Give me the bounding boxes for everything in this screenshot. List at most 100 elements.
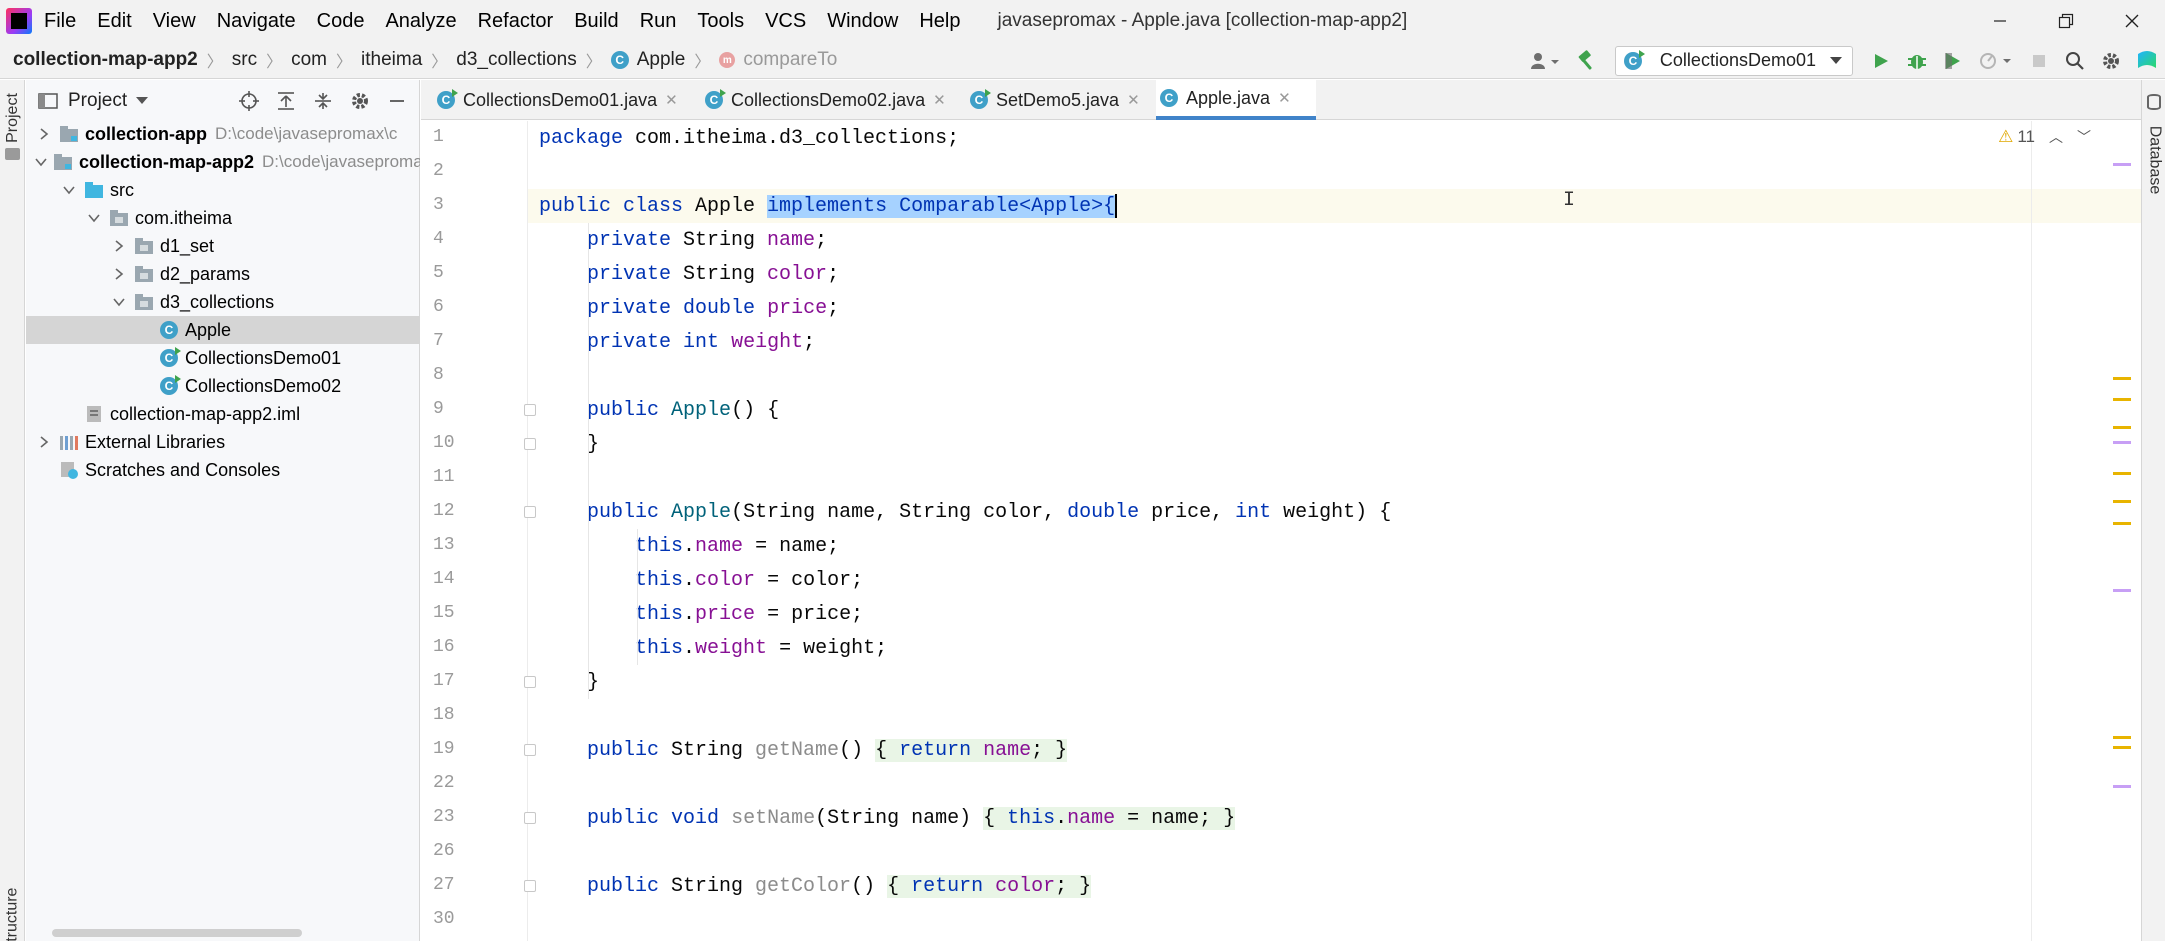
line-number: 26: [433, 841, 455, 861]
menu-analyze[interactable]: Analyze: [385, 10, 456, 33]
close-button[interactable]: [2099, 0, 2165, 42]
fold-marker-icon[interactable]: [524, 812, 536, 824]
tree-item[interactable]: C CollectionsDemo01: [26, 344, 420, 372]
stripe-mark: [2113, 589, 2131, 592]
code-editor[interactable]: 1 2 3 4 5 6 7 8 9 10 11 12 13 14 15 16 17 18 19 22 23 26 27 30 …: [421, 121, 2141, 941]
tree-item[interactable]: C Apple: [26, 316, 420, 344]
select-opened-file-button[interactable]: [230, 83, 267, 119]
run-with-coverage-button[interactable]: [1935, 43, 1971, 79]
chevron-right-icon[interactable]: [109, 236, 129, 256]
close-tab-icon[interactable]: ✕: [665, 91, 678, 109]
run-button[interactable]: [1863, 43, 1899, 79]
expand-all-button[interactable]: [267, 83, 304, 119]
editor-tab[interactable]: C Apple.java ✕: [1156, 80, 1316, 120]
breadcrumb-compareto[interactable]: m compareTo: [719, 49, 837, 71]
fold-marker-icon[interactable]: [524, 880, 536, 892]
tree-item[interactable]: collection-map-app2.iml: [26, 400, 420, 428]
tree-item[interactable]: Scratches and Consoles: [26, 456, 420, 484]
code-token: = name;: [743, 534, 840, 558]
vcs-user-button[interactable]: [1519, 43, 1569, 79]
stop-button[interactable]: [2021, 43, 2057, 79]
breadcrumb-src[interactable]: src: [232, 49, 257, 71]
tree-item[interactable]: com.itheima: [26, 204, 420, 232]
editor-tab[interactable]: C CollectionsDemo02.java ✕: [701, 80, 957, 120]
line-number: 30: [433, 909, 455, 929]
structure-tool-tab[interactable]: Structure: [0, 870, 25, 941]
chevron-down-icon[interactable]: [34, 152, 48, 172]
editor-tab[interactable]: C CollectionsDemo01.java ✕: [433, 80, 693, 120]
project-view-dropdown-icon[interactable]: [135, 96, 149, 106]
close-tab-icon[interactable]: ✕: [1127, 91, 1140, 109]
menu-help[interactable]: Help: [919, 10, 960, 33]
build-button[interactable]: [1569, 43, 1605, 79]
code-token: }: [539, 670, 600, 694]
code-line: public class Apple implements Comparable…: [539, 189, 1118, 223]
stripe-mark: [2113, 522, 2131, 525]
project-options-button[interactable]: [341, 83, 378, 119]
run-configuration-selector[interactable]: C CollectionsDemo01: [1614, 45, 1853, 76]
tree-item[interactable]: collection-app D:\code\javasepromax\c: [26, 120, 420, 148]
menu-tools[interactable]: Tools: [697, 10, 744, 33]
hide-panel-button[interactable]: [378, 83, 415, 119]
code-token: .: [1055, 806, 1068, 830]
next-highlight-icon[interactable]: ﹀: [2077, 127, 2091, 147]
fold-marker-icon[interactable]: [524, 676, 536, 688]
previous-highlight-icon[interactable]: ︿: [2049, 127, 2063, 147]
tree-item[interactable]: src: [26, 176, 420, 204]
line-number: 27: [433, 875, 455, 895]
menu-code[interactable]: Code: [317, 10, 365, 33]
horizontal-scrollbar[interactable]: [52, 929, 302, 937]
module-icon: [58, 124, 80, 144]
breadcrumb-apple[interactable]: C Apple: [610, 49, 685, 71]
fold-marker-icon[interactable]: [524, 744, 536, 756]
chevron-right-icon[interactable]: [34, 124, 54, 144]
profile-button[interactable]: [1971, 43, 2021, 79]
code-token: price: [767, 296, 828, 320]
class-icon: C: [158, 320, 180, 340]
menu-refactor[interactable]: Refactor: [478, 10, 554, 33]
menu-window[interactable]: Window: [827, 10, 898, 33]
close-tab-icon[interactable]: ✕: [933, 91, 946, 109]
breadcrumb-d3-collections[interactable]: d3_collections: [456, 49, 576, 71]
chevron-down-icon[interactable]: [84, 208, 104, 228]
tree-item[interactable]: C CollectionsDemo02: [26, 372, 420, 400]
search-everywhere-button[interactable]: [2057, 43, 2093, 79]
debug-button[interactable]: [1899, 43, 1935, 79]
editor-tab[interactable]: C SetDemo5.java ✕: [966, 80, 1146, 120]
tree-item[interactable]: d2_params: [26, 260, 420, 288]
breadcrumb-separator: 〉: [585, 54, 602, 71]
menu-run[interactable]: Run: [640, 10, 677, 33]
breadcrumb-project[interactable]: collection-map-app2: [13, 49, 198, 71]
restore-button[interactable]: [2033, 0, 2099, 42]
code-with-me-button[interactable]: [2129, 43, 2165, 79]
inspection-widget[interactable]: ⚠ 11 ︿ ﹀: [1998, 127, 2091, 147]
minimize-button[interactable]: [1967, 0, 2033, 42]
tree-item[interactable]: d3_collections: [26, 288, 420, 316]
chevron-right-icon[interactable]: [34, 432, 54, 452]
project-tool-window: Project collection-app D:\code\javaseprom…: [26, 80, 420, 941]
fold-marker-icon[interactable]: [524, 506, 536, 518]
menu-edit[interactable]: Edit: [97, 10, 131, 33]
fold-marker-icon[interactable]: [524, 404, 536, 416]
menu-file[interactable]: File: [44, 10, 76, 33]
tree-item[interactable]: collection-map-app2 D:\code\javasepromax\: [26, 148, 420, 176]
menu-view[interactable]: View: [153, 10, 196, 33]
menu-vcs[interactable]: VCS: [765, 10, 806, 33]
code-token: .: [683, 602, 696, 626]
tree-item[interactable]: External Libraries: [26, 428, 420, 456]
menu-navigate[interactable]: Navigate: [217, 10, 296, 33]
chevron-right-icon[interactable]: [109, 264, 129, 284]
chevron-down-icon[interactable]: [59, 180, 79, 200]
database-tool-tab[interactable]: Database: [2142, 110, 2165, 210]
breadcrumb-itheima[interactable]: itheima: [361, 49, 422, 71]
menu-build[interactable]: Build: [574, 10, 618, 33]
settings-button[interactable]: [2093, 43, 2129, 79]
project-tool-tab[interactable]: Project: [0, 88, 25, 148]
error-stripe[interactable]: [2111, 121, 2133, 941]
chevron-down-icon[interactable]: [109, 292, 129, 312]
close-tab-icon[interactable]: ✕: [1278, 89, 1291, 107]
breadcrumb-com[interactable]: com: [291, 49, 327, 71]
fold-marker-icon[interactable]: [524, 438, 536, 450]
collapse-all-button[interactable]: [304, 83, 341, 119]
tree-item[interactable]: d1_set: [26, 232, 420, 260]
